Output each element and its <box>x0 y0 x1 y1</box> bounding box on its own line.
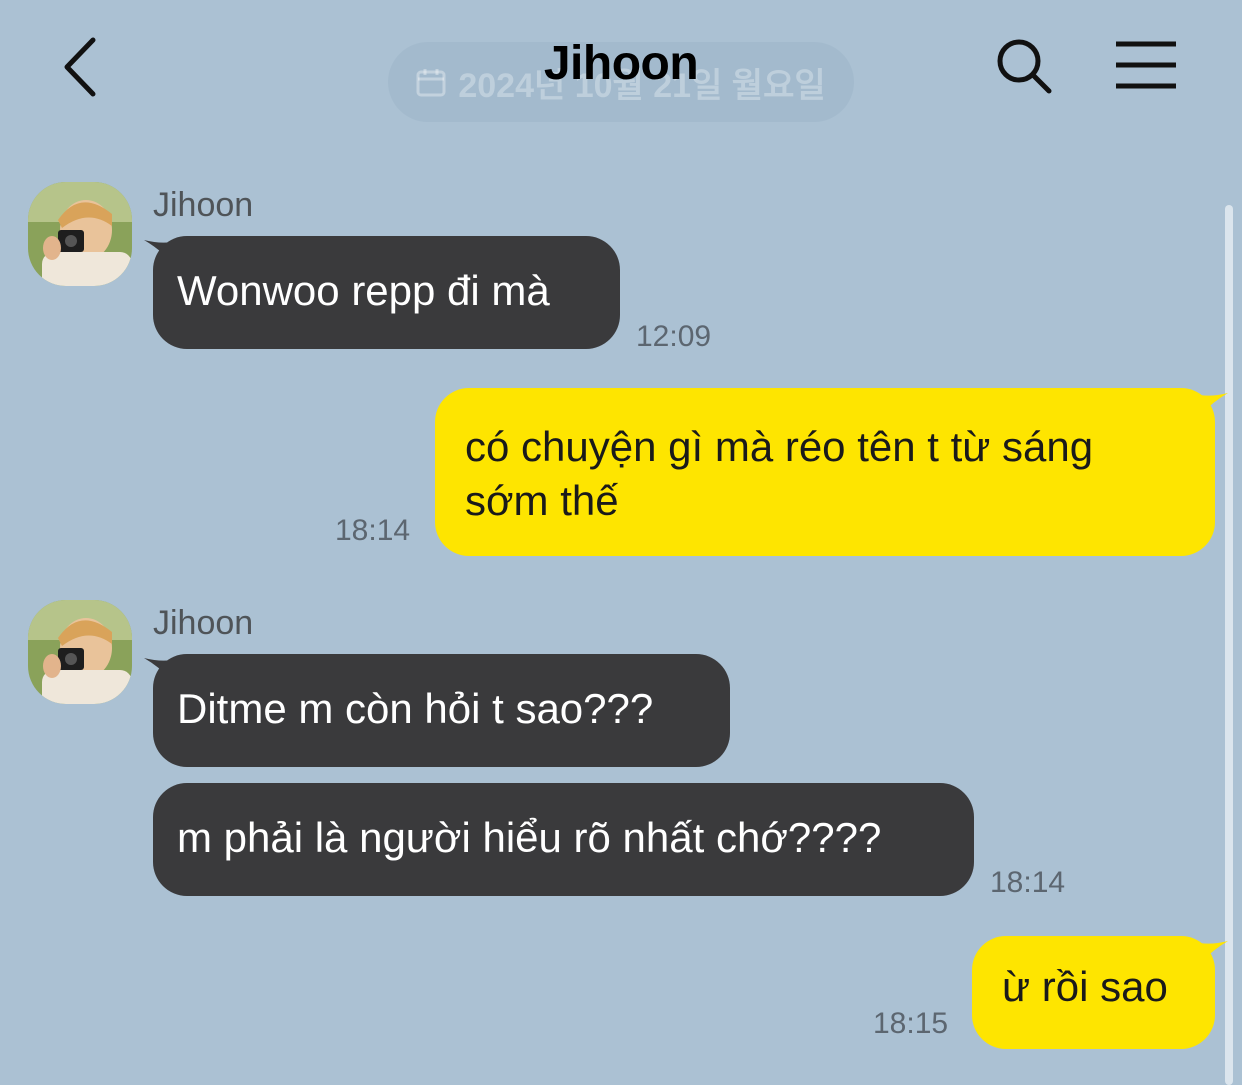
message-bubble[interactable]: m phải là người hiểu rõ nhất chớ???? <box>153 783 974 896</box>
menu-button[interactable] <box>1110 36 1182 96</box>
message-time: 18:15 <box>873 1007 949 1040</box>
message-bubble[interactable]: Wonwoo repp đi mà <box>153 236 620 349</box>
message-time: 18:14 <box>335 514 411 547</box>
message-bubble[interactable]: có chuyện gì mà réo tên t từ sáng sớm th… <box>435 388 1215 556</box>
bubble-tail <box>1200 941 1228 963</box>
profile-photo <box>28 182 132 286</box>
message-bubble[interactable]: Ditme m còn hỏi t sao??? <box>153 654 730 767</box>
sender-name: Jihoon <box>153 186 254 224</box>
hamburger-menu-icon <box>1116 41 1176 89</box>
avatar[interactable] <box>28 600 132 704</box>
message-bubble[interactable]: ừ rồi sao <box>972 936 1215 1049</box>
message-time: 18:14 <box>990 866 1066 899</box>
message-time: 12:09 <box>636 320 712 353</box>
chat-screen: { "header": { "title": "Jihoon", "date_d… <box>0 0 1242 1085</box>
profile-photo <box>28 600 132 704</box>
search-button[interactable] <box>992 34 1056 98</box>
bubble-tail <box>1200 393 1228 415</box>
sender-name: Jihoon <box>153 604 254 642</box>
avatar[interactable] <box>28 182 132 286</box>
search-icon <box>997 39 1052 94</box>
